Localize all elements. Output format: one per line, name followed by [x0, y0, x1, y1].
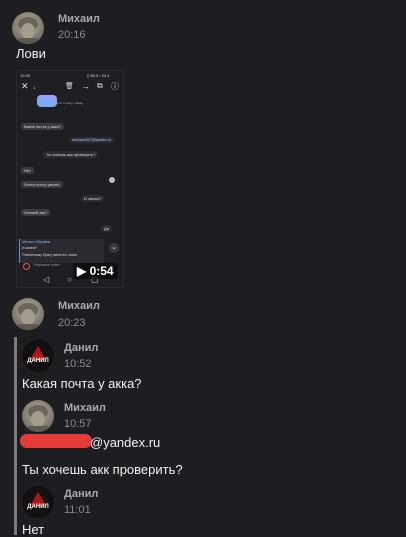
- forward-quote-bar: [14, 337, 17, 535]
- quote-author[interactable]: Данил: [64, 488, 98, 500]
- avatar-small-icon: [109, 177, 115, 183]
- trash-icon: 🗑: [65, 83, 74, 90]
- clan-logo-text: ДАНИЛ: [27, 504, 48, 510]
- video-reply-text: И зачем?: [22, 246, 38, 250]
- clan-logo-icon: ДАНИЛ: [22, 486, 54, 518]
- close-icon: ✕: [21, 81, 29, 91]
- video-attachment[interactable]: 10:39 ▯ 56:0 • 24 4 ✕ 1 🗑 → ⧉ ⓘ в сети: …: [16, 70, 124, 288]
- soldier-avatar-icon: [18, 17, 38, 44]
- video-msg: И зачем?: [81, 195, 105, 202]
- home-icon: ○: [67, 275, 72, 284]
- quote-time: 11:01: [64, 504, 91, 516]
- video-online-text: в сети: 5 минут назад: [53, 101, 83, 105]
- redacted-email: [20, 434, 92, 448]
- avatar[interactable]: [12, 298, 44, 330]
- video-duration: 0:54: [89, 264, 114, 278]
- soldier-avatar-icon: [28, 405, 48, 432]
- video-msg: Ты хочешь акк проверить?: [43, 151, 99, 158]
- clock-icon: [23, 263, 30, 270]
- chevron-down-icon: ⌄: [109, 243, 119, 253]
- quote-time: 10:57: [64, 418, 92, 430]
- clan-logo-text: ДАНИЛ: [27, 358, 48, 364]
- video-top-counter: 1: [33, 85, 36, 90]
- video-reply-body: Племяннику брату жена его знать: [22, 253, 78, 257]
- video-reply-box: Михаил Абрамов И зачем? Племяннику брату…: [19, 239, 104, 263]
- quote-email-suffix[interactable]: @yandex.ru: [90, 435, 160, 450]
- message-time: 20:16: [58, 29, 86, 41]
- avatar[interactable]: ДАНИЛ: [22, 340, 54, 372]
- quote-author[interactable]: Данил: [64, 342, 98, 354]
- quote-text: Ты хочешь акк проверить?: [22, 462, 183, 477]
- video-msg: Хотел почту узнать: [21, 181, 63, 188]
- message-time: 20:23: [58, 317, 86, 329]
- quote-time: 10:52: [64, 358, 92, 370]
- video-msg: meshaa2007@yandex.ru: [69, 137, 115, 143]
- video-msg: Какая почта у акка?: [21, 123, 64, 130]
- message-author[interactable]: Михаил: [58, 13, 100, 25]
- back-icon: ◁: [43, 275, 50, 284]
- info-icon: ⓘ: [111, 82, 119, 91]
- video-msg: Да: [101, 225, 112, 232]
- clan-logo-icon: ДАНИЛ: [22, 340, 54, 372]
- avatar[interactable]: [12, 12, 44, 44]
- copy-icon: ⧉: [97, 81, 103, 90]
- video-input-placeholder: Отправьте ответ...: [33, 263, 63, 267]
- soldier-avatar-icon: [18, 303, 38, 330]
- message-text: Лови: [16, 46, 46, 61]
- avatar[interactable]: [22, 400, 54, 432]
- video-msg: Личный акк?: [21, 209, 51, 216]
- message-author[interactable]: Михаил: [58, 300, 100, 312]
- play-icon: ▶: [77, 264, 87, 278]
- video-status-time: 10:39: [20, 73, 31, 78]
- video-msg: Нет: [21, 167, 34, 174]
- video-reply-name: Михаил Абрамов: [22, 240, 50, 244]
- avatar[interactable]: ДАНИЛ: [22, 486, 54, 518]
- forward-icon: →: [81, 81, 90, 91]
- video-status-right: ▯ 56:0 • 24 4: [87, 73, 110, 78]
- video-duration-badge[interactable]: ▶ 0:54: [73, 263, 118, 279]
- quote-author[interactable]: Михаил: [64, 402, 106, 414]
- quote-text: Какая почта у акка?: [22, 376, 142, 391]
- video-topbar: ✕ 1 🗑 → ⧉ ⓘ: [17, 81, 123, 95]
